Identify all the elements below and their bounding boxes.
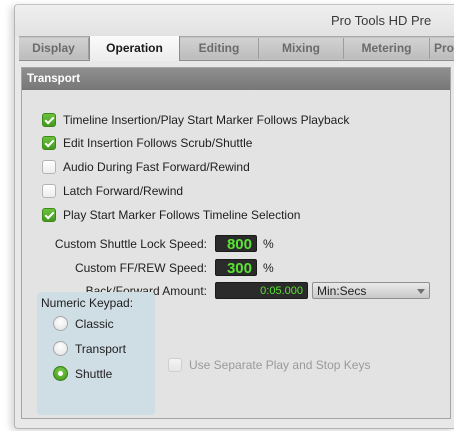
play-start-marker-checkbox[interactable] — [42, 208, 56, 222]
radio-label: Transport — [75, 342, 126, 356]
radio-label: Shuttle — [75, 367, 113, 381]
numeric-keypad-title: Numeric Keypad: — [41, 296, 134, 310]
tab-bar: Display Operation Editing Mixing Meterin… — [19, 36, 454, 61]
tab-mixing[interactable]: Mixing — [259, 38, 344, 59]
checkbox-label: Audio During Fast Forward/Rewind — [63, 160, 250, 174]
chevron-down-icon — [417, 289, 425, 294]
transport-header: Transport — [22, 68, 450, 90]
time-format-value: Min:Secs — [317, 284, 367, 298]
classic-radio[interactable] — [53, 316, 68, 331]
shuttle-lock-speed-unit: % — [263, 237, 274, 251]
checkbox-label: Use Separate Play and Stop Keys — [189, 358, 371, 372]
tab-processing[interactable]: Pro — [430, 38, 454, 59]
tab-editing[interactable]: Editing — [180, 38, 259, 59]
back-forward-amount-field[interactable]: 0:05.000 — [215, 282, 308, 299]
shuttle-radio[interactable] — [53, 366, 68, 381]
time-format-select[interactable]: Min:Secs — [312, 282, 430, 299]
shuttle-lock-speed-field[interactable]: 800 — [215, 235, 257, 253]
preferences-window: Pro Tools HD Pre Display Operation Editi… — [14, 4, 454, 429]
ff-rew-speed-unit: % — [263, 261, 274, 275]
tab-metering[interactable]: Metering — [344, 38, 430, 59]
ff-rew-speed-field[interactable]: 300 — [215, 259, 257, 277]
checkbox-label: Play Start Marker Follows Timeline Selec… — [63, 208, 301, 222]
edit-insertion-checkbox[interactable] — [42, 136, 56, 150]
transport-radio[interactable] — [53, 341, 68, 356]
tab-operation[interactable]: Operation — [89, 36, 180, 61]
latch-forward-rewind-checkbox[interactable] — [42, 184, 56, 198]
numeric-keypad-group: Numeric Keypad: Classic Transport Shuttl… — [37, 292, 155, 415]
ff-rew-speed-label: Custom FF/REW Speed: — [74, 261, 207, 275]
checkbox-label: Edit Insertion Follows Scrub/Shuttle — [63, 136, 253, 150]
title-bar[interactable]: Pro Tools HD Pre — [15, 5, 454, 36]
checkbox-label: Latch Forward/Rewind — [63, 184, 184, 198]
audio-during-ff-rew-checkbox[interactable] — [42, 160, 56, 174]
checkbox-label: Timeline Insertion/Play Start Marker Fol… — [63, 113, 350, 127]
timeline-insertion-checkbox[interactable] — [42, 113, 56, 127]
window-title: Pro Tools HD Pre — [331, 13, 432, 28]
radio-label: Classic — [75, 317, 114, 331]
shuttle-lock-speed-label: Custom Shuttle Lock Speed: — [54, 237, 207, 251]
tab-display[interactable]: Display — [19, 38, 89, 59]
separate-play-stop-keys-checkbox[interactable] — [168, 358, 182, 372]
